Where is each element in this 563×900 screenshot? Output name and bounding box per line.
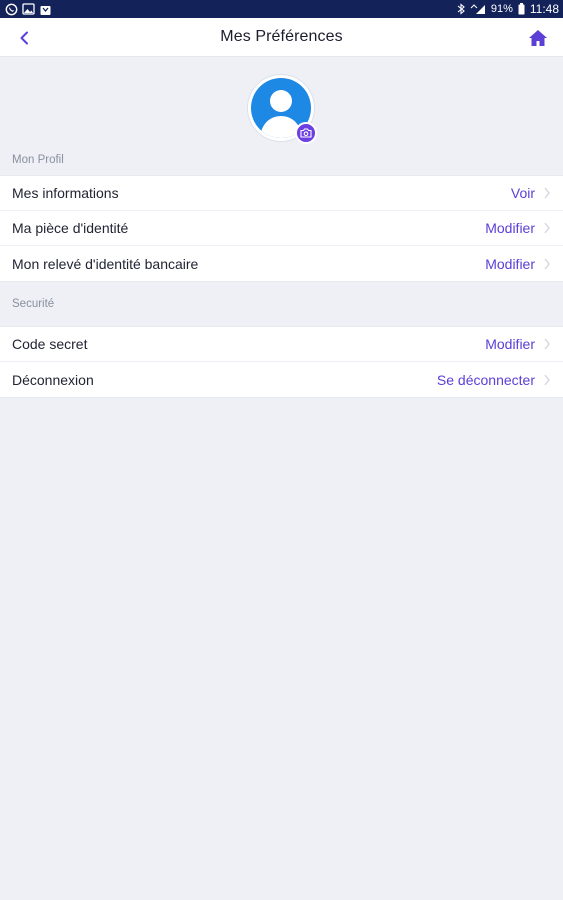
row-label: Mes informations	[12, 185, 119, 201]
row-rib[interactable]: Mon relevé d'identité bancaire Modifier	[0, 246, 563, 281]
row-action-container: Voir	[511, 185, 551, 201]
view-info-link[interactable]: Voir	[511, 185, 535, 201]
profile-group: Mes informations Voir Ma pièce d'identit…	[0, 175, 563, 282]
page-title: Mes Préférences	[220, 28, 343, 45]
row-code-secret[interactable]: Code secret Modifier	[0, 327, 563, 362]
row-piece-identite[interactable]: Ma pièce d'identité Modifier	[0, 211, 563, 246]
home-button[interactable]	[527, 27, 549, 49]
app-header: Mes Préférences	[0, 18, 563, 57]
row-label: Mon relevé d'identité bancaire	[12, 255, 199, 272]
row-action-container: Modifier	[485, 336, 551, 352]
battery-percent: 91%	[490, 3, 513, 15]
profile-avatar-area	[0, 57, 563, 145]
row-label: Déconnexion	[12, 371, 94, 388]
back-button[interactable]	[14, 28, 34, 48]
status-bar-system: 91% 11:48	[457, 2, 559, 16]
edit-rib-link[interactable]: Modifier	[485, 256, 535, 272]
battery-icon	[518, 3, 525, 15]
chevron-left-icon	[20, 31, 28, 45]
status-bar: 91% 11:48	[0, 0, 563, 18]
chevron-right-icon	[544, 222, 550, 234]
signal-icon	[470, 3, 486, 15]
shop-bag-icon	[39, 3, 52, 16]
clock: 11:48	[529, 2, 559, 16]
bluetooth-icon	[457, 3, 465, 15]
row-action-container: Modifier	[485, 256, 551, 272]
edit-code-link[interactable]: Modifier	[485, 336, 535, 352]
chevron-right-icon	[544, 338, 550, 350]
change-photo-button[interactable]	[295, 122, 317, 144]
gallery-icon	[22, 3, 35, 15]
camera-icon	[300, 128, 312, 138]
edit-id-link[interactable]: Modifier	[485, 220, 535, 236]
section-label-profile: Mon Profil	[12, 154, 64, 166]
chevron-right-icon	[544, 258, 550, 269]
row-action-container: Se déconnecter	[437, 372, 551, 388]
home-icon	[529, 30, 547, 46]
security-group: Code secret Modifier Déconnexion Se déco…	[0, 326, 563, 398]
row-label: Code secret	[12, 336, 88, 352]
section-label-security: Securité	[12, 298, 55, 310]
chevron-right-icon	[544, 374, 550, 385]
row-action-container: Modifier	[485, 220, 551, 236]
row-label: Ma pièce d'identité	[12, 220, 129, 236]
row-mes-informations[interactable]: Mes informations Voir	[0, 176, 563, 211]
logout-link[interactable]: Se déconnecter	[437, 372, 535, 388]
whatsapp-icon	[5, 3, 18, 16]
row-deconnexion[interactable]: Déconnexion Se déconnecter	[0, 362, 563, 397]
chevron-right-icon	[544, 187, 550, 199]
status-bar-notifications	[5, 3, 52, 16]
